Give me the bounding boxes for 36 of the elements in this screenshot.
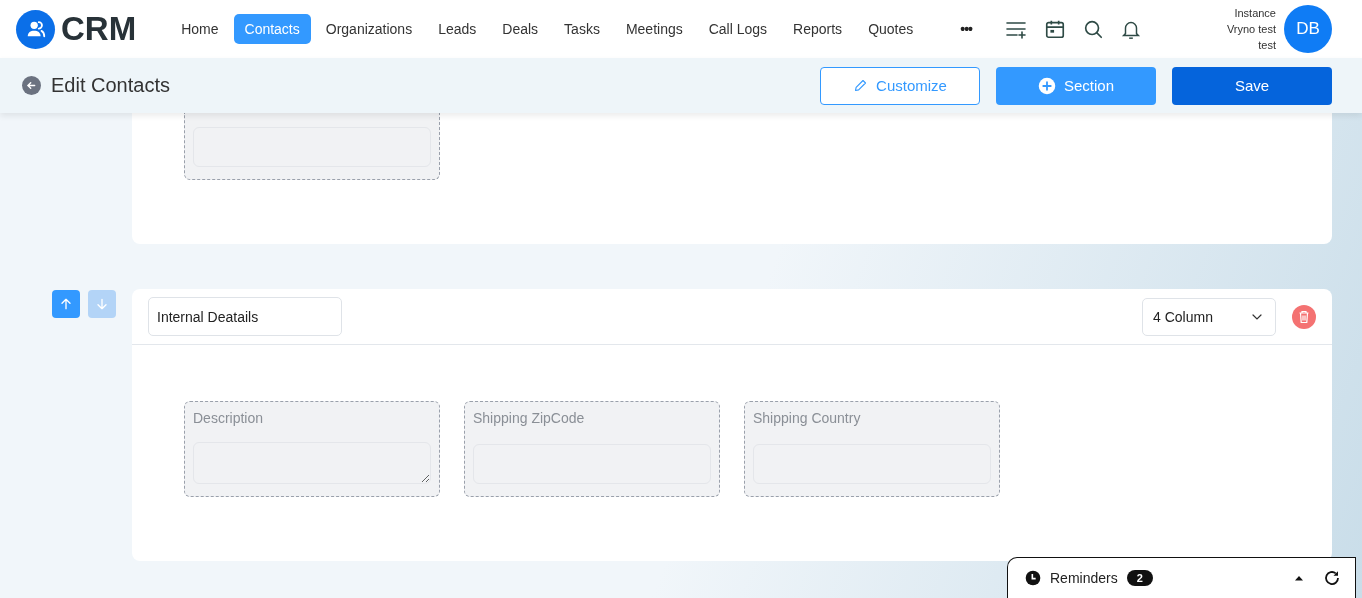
field-label: Shipping Country [753,410,862,426]
nav-tab[interactable]: Reports [782,14,854,44]
app-logo-text: CRM [61,10,137,48]
reminder-count: 2 [1126,570,1153,586]
user-name-line: Vryno test [1226,22,1276,37]
field-label: Description [193,410,265,426]
nav-tab[interactable]: Call Logs [697,14,779,44]
arrow-up-icon [58,296,74,312]
user-avatar[interactable]: DB [1284,5,1332,53]
back-icon[interactable] [22,76,41,95]
clock-icon [1025,570,1041,586]
save-button[interactable]: Save [1172,66,1332,105]
nav-tab[interactable]: Organizations [314,14,424,44]
user-name-line: Instance [1233,6,1276,21]
nav-tab[interactable]: Leads [427,14,488,44]
more-button[interactable]: ••• [960,21,972,37]
nav-tab[interactable]: Meetings [614,14,694,44]
calendar-icon[interactable] [1044,18,1066,40]
delete-icon[interactable] [1292,304,1316,329]
plus-circle-icon [1037,76,1056,95]
arrow-down-icon [94,296,110,312]
reminders-label: Reminders [1050,570,1118,586]
nav-tab[interactable]: Deals [491,14,550,44]
refresh-icon[interactable] [1323,569,1341,587]
user-name-line: test [1257,38,1276,53]
nav-tab[interactable]: Home [170,14,230,44]
page-title: Edit Contacts [51,74,170,97]
pencil-icon [853,78,869,93]
section-name-field[interactable]: Internal Deatails [148,297,342,336]
search-icon[interactable] [1082,18,1104,40]
move-up-button[interactable] [52,290,80,318]
column-select[interactable]: 4 Column [1142,297,1276,336]
field-placeholder-card[interactable] [184,113,440,180]
nav-tab[interactable]: Quotes [857,14,925,44]
nav-tab[interactable]: Tasks [553,14,611,44]
field-label: Shipping ZipCode [473,410,586,426]
